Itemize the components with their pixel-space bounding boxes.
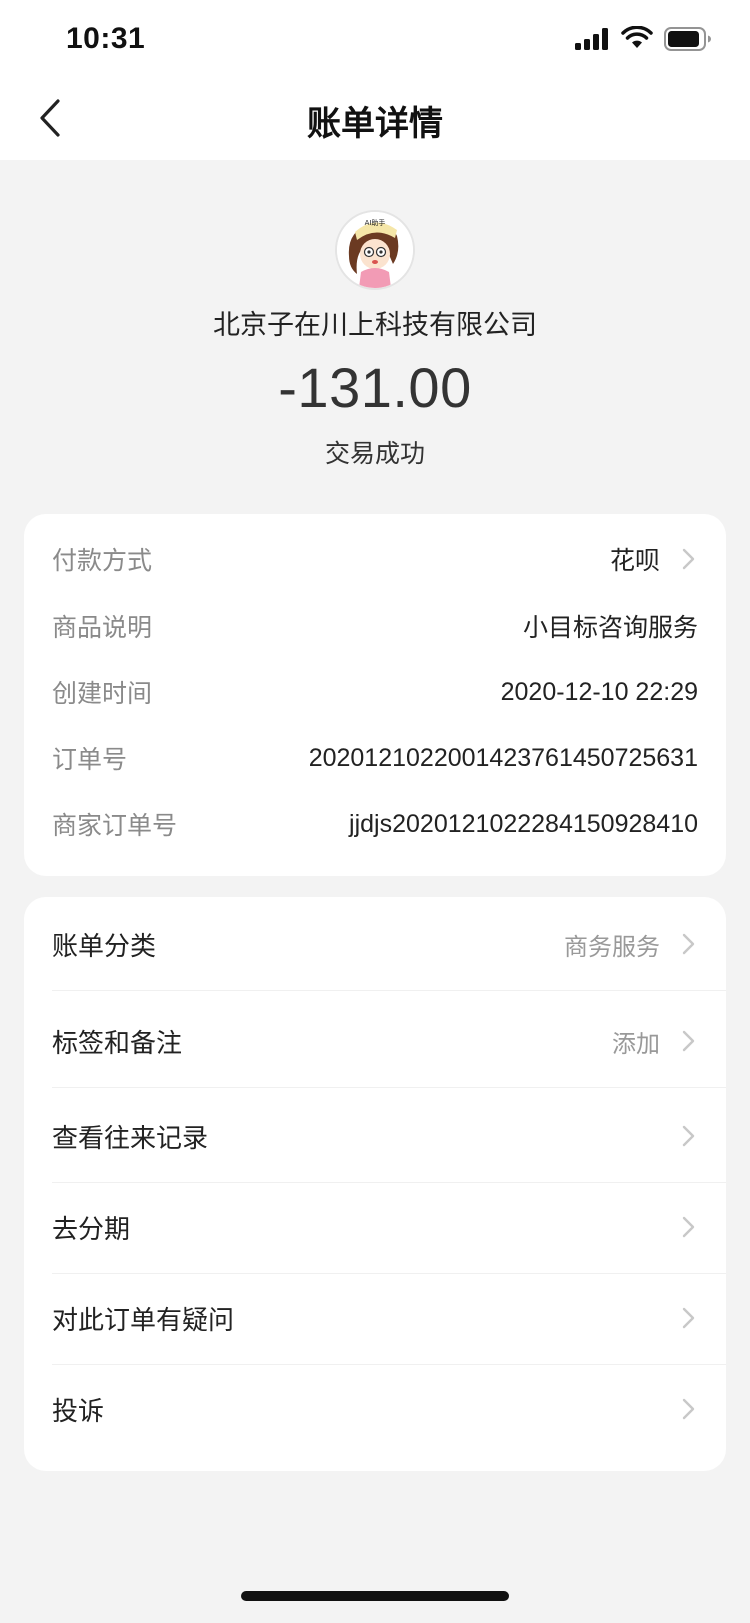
merchant-order-number-row: 商家订单号 jjdjs20201210222841509284​10 <box>52 804 698 844</box>
menu-label: 标签和备注 <box>52 1028 183 1059</box>
chevron-right-icon <box>682 1030 695 1052</box>
cartoon-girl-avatar-icon: AI助手 <box>337 212 413 288</box>
product-description-row: 商品说明 小目标咨询服务 <box>52 606 698 646</box>
merchant-order-number-value: jjdjs20201210222841509284​10 <box>349 809 698 838</box>
detail-value-wrap: 花呗 <box>610 541 698 577</box>
bill-category-value: 商务服务 <box>564 932 660 961</box>
menu-label: 查看往来记录 <box>52 1123 209 1154</box>
menu-label: 去分期 <box>52 1214 131 1245</box>
order-number-value: 2020121022001423761450725631 <box>308 743 698 772</box>
detail-label: 商品说明 <box>52 613 153 642</box>
detail-label: 付款方式 <box>52 546 153 575</box>
chevron-right-icon <box>682 1307 695 1329</box>
chevron-right-icon <box>682 933 695 955</box>
bill-category-row[interactable]: 账单分类 商务服务 <box>24 897 726 991</box>
merchant-avatar: AI助手 <box>335 210 415 290</box>
transaction-details-card: 付款方式 花呗 商品说明 小目标咨询服务 创建时间 2020-12-10 22:… <box>24 514 726 876</box>
menu-right <box>660 1397 698 1421</box>
created-time-row: 创建时间 2020-12-10 22:29 <box>52 672 698 712</box>
menu-right: 添加 <box>612 1024 698 1059</box>
detail-label: 订单号 <box>52 745 128 774</box>
status-time: 10:31 <box>66 22 146 55</box>
created-time-value: 2020-12-10 22:29 <box>500 677 698 706</box>
menu-right <box>660 1215 698 1239</box>
transaction-summary: AI助手 北京子在川上科技有限公司 -131.00 交易成功 <box>0 160 750 515</box>
battery-icon <box>664 27 711 51</box>
menu-label: 投诉 <box>52 1396 105 1427</box>
menu-label: 账单分类 <box>52 931 157 962</box>
chevron-right-icon <box>682 1398 695 1420</box>
order-number-row: 订单号 2020121022001423761450725631 <box>52 738 698 778</box>
home-indicator[interactable] <box>241 1591 509 1601</box>
wifi-icon <box>621 26 653 48</box>
avatar-lettering: AI助手 <box>365 218 386 227</box>
menu-right: 商务服务 <box>564 927 698 962</box>
chevron-right-icon <box>682 1216 695 1238</box>
menu-label: 对此订单有疑问 <box>52 1305 235 1336</box>
actions-card: 账单分类 商务服务 标签和备注 添加 查看往来记录 去分期 对此订单有疑问 投诉 <box>24 897 726 1471</box>
transaction-status: 交易成功 <box>324 439 425 468</box>
merchant-name: 北京子在川上科技有限公司 <box>213 310 537 341</box>
header-area: 10:31 账单详情 <box>0 0 750 160</box>
menu-right <box>660 1124 698 1148</box>
page-title: 账单详情 <box>307 104 443 144</box>
installment-row[interactable]: 去分期 <box>24 1180 726 1274</box>
chevron-right-icon <box>682 548 695 570</box>
product-description-value: 小目标咨询服务 <box>522 613 698 642</box>
chevron-right-icon <box>682 1125 695 1147</box>
view-history-row[interactable]: 查看往来记录 <box>24 1089 726 1183</box>
transaction-amount: -131.00 <box>278 356 472 419</box>
menu-right <box>660 1306 698 1330</box>
complaint-row[interactable]: 投诉 <box>24 1362 726 1456</box>
status-bar: 10:31 <box>0 0 750 84</box>
detail-label: 创建时间 <box>52 679 153 708</box>
payment-method-row[interactable]: 付款方式 花呗 <box>52 539 698 579</box>
tags-and-notes-value: 添加 <box>612 1029 660 1058</box>
order-question-row[interactable]: 对此订单有疑问 <box>24 1271 726 1365</box>
detail-label: 商家订单号 <box>52 811 178 840</box>
tags-and-notes-row[interactable]: 标签和备注 添加 <box>24 994 726 1088</box>
navigation-bar: 账单详情 <box>0 84 750 160</box>
cellular-signal-icon <box>575 28 608 50</box>
payment-method-value: 花呗 <box>609 546 660 575</box>
